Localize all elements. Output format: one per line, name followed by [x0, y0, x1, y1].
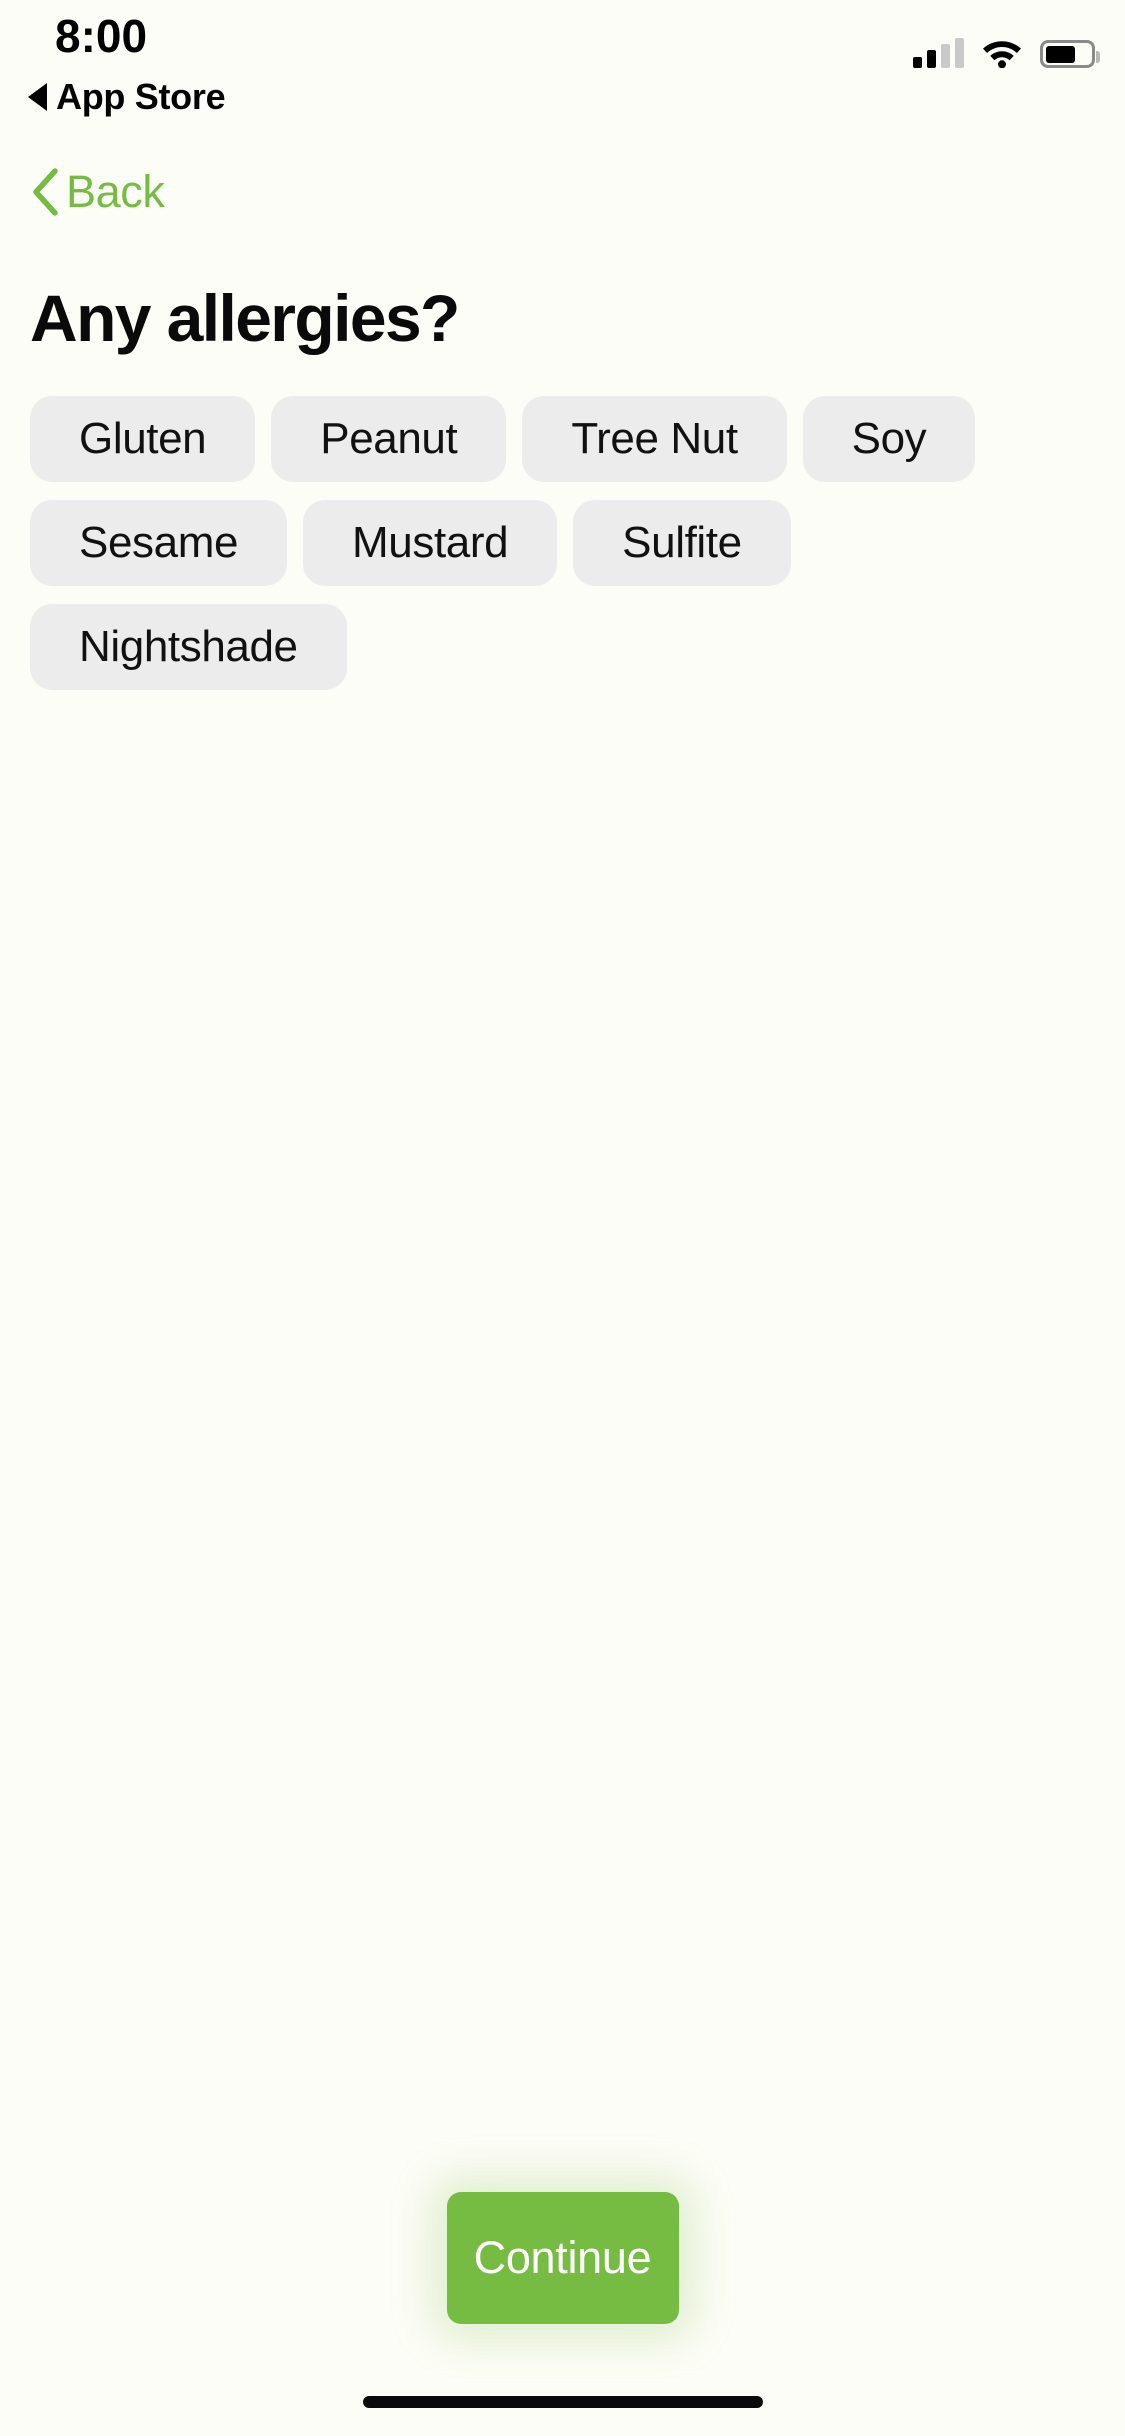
battery-icon	[1040, 40, 1100, 68]
back-button-label: Back	[66, 166, 165, 217]
allergy-chip[interactable]: Soy	[802, 396, 976, 482]
allergy-chip[interactable]: Sesame	[30, 500, 288, 586]
status-bar-time: 8:00	[55, 10, 148, 62]
allergy-chip[interactable]: Gluten	[30, 396, 256, 482]
allergy-chip[interactable]: Sulfite	[573, 500, 791, 586]
wifi-icon	[981, 37, 1023, 68]
cellular-signal-icon	[913, 38, 964, 68]
chevron-left-icon	[30, 168, 60, 216]
status-bar-indicators	[913, 28, 1100, 68]
allergy-chip[interactable]: Peanut	[271, 396, 507, 482]
footer-actions: Continue	[0, 2192, 1125, 2324]
allergy-chip[interactable]: Mustard	[303, 500, 558, 586]
back-triangle-icon	[28, 83, 47, 111]
allergy-chip[interactable]: Nightshade	[30, 604, 347, 690]
return-to-app-store-label: App Store	[56, 76, 226, 117]
allergy-chip[interactable]: Tree Nut	[522, 396, 787, 482]
allergy-chip-group: Gluten Peanut Tree Nut Soy Sesame Mustard Sulf…	[30, 396, 1095, 690]
return-to-app-store-link[interactable]: App Store	[28, 76, 226, 117]
page-title: Any allergies?	[30, 281, 460, 355]
continue-button[interactable]: Continue	[446, 2192, 679, 2324]
status-bar: 8:00 App Store	[0, 0, 1125, 132]
back-button[interactable]: Back	[30, 166, 165, 217]
home-indicator[interactable]	[362, 2396, 763, 2408]
app-screen: 8:00 App Store Back Any allergies? Glute…	[0, 0, 1125, 2436]
